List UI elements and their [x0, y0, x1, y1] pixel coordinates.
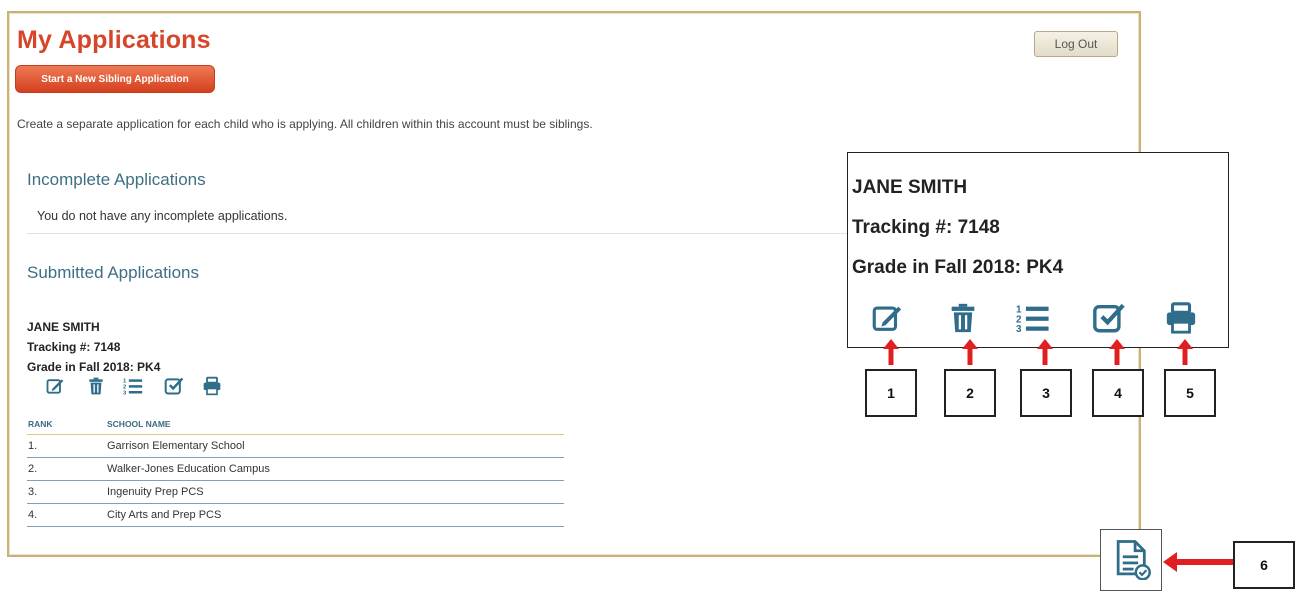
table-row: 1. Garrison Elementary School [27, 435, 564, 458]
svg-text:3: 3 [123, 390, 127, 396]
callout-ranked-list-icon: 123 [1016, 301, 1050, 335]
arrow-up-icon [1037, 339, 1053, 365]
incomplete-applications-heading: Incomplete Applications [27, 170, 206, 189]
label-box-5: 5 [1164, 369, 1216, 417]
document-check-button[interactable] [1100, 529, 1162, 591]
page-title: My Applications [17, 26, 211, 54]
document-check-icon [1116, 540, 1151, 580]
table-header: RANK SCHOOL NAME [27, 414, 564, 435]
svg-text:3: 3 [1016, 324, 1022, 335]
arrow-up-icon [1177, 339, 1193, 365]
school-column-header: SCHOOL NAME [107, 419, 171, 429]
label-box-1: 1 [865, 369, 917, 417]
table-row: 2. Walker-Jones Education Campus [27, 458, 564, 481]
incomplete-empty-message: You do not have any incomplete applicati… [37, 209, 288, 223]
school-cell: Walker-Jones Education Campus [107, 463, 270, 475]
trash-icon[interactable] [86, 376, 106, 396]
print-icon[interactable] [202, 376, 222, 396]
applicant-name: JANE SMITH [27, 320, 100, 334]
logout-button[interactable]: Log Out [1034, 31, 1118, 57]
rank-cell: 3. [28, 486, 38, 498]
rank-cell: 1. [28, 440, 38, 452]
label-box-3: 3 [1020, 369, 1072, 417]
callout-grade: Grade in Fall 2018: PK4 [852, 257, 1064, 278]
arrow-up-icon [883, 339, 899, 365]
edit-icon[interactable] [45, 376, 65, 396]
label-box-4: 4 [1092, 369, 1144, 417]
callout-checkbox-icon [1092, 301, 1126, 335]
rank-column-header: RANK [28, 419, 53, 429]
instruction-text: Create a separate application for each c… [17, 117, 593, 131]
arrow-left-icon [1163, 552, 1233, 572]
tracking-number: Tracking #: 7148 [27, 340, 121, 354]
submitted-applications-heading: Submitted Applications [27, 263, 199, 282]
school-cell: Ingenuity Prep PCS [107, 486, 204, 498]
arrow-up-icon [962, 339, 978, 365]
arrow-up-icon [1109, 339, 1125, 365]
school-cell: Garrison Elementary School [107, 440, 245, 452]
school-cell: City Arts and Prep PCS [107, 509, 222, 521]
table-row: 3. Ingenuity Prep PCS [27, 481, 564, 504]
callout-trash-icon [946, 301, 980, 335]
callout-print-icon [1164, 301, 1198, 335]
checkbox-icon[interactable] [164, 376, 184, 396]
grade-info: Grade in Fall 2018: PK4 [27, 360, 161, 374]
label-box-6: 6 [1233, 541, 1295, 589]
callout-edit-icon [870, 301, 904, 335]
zoom-callout: JANE SMITH Tracking #: 7148 Grade in Fal… [847, 152, 1229, 348]
rank-cell: 2. [28, 463, 38, 475]
label-box-2: 2 [944, 369, 996, 417]
school-rank-table: RANK SCHOOL NAME 1. Garrison Elementary … [27, 414, 564, 527]
ranked-list-icon[interactable]: 123 [123, 376, 143, 396]
rank-cell: 4. [28, 509, 38, 521]
table-row: 4. City Arts and Prep PCS [27, 504, 564, 527]
start-sibling-application-button[interactable]: Start a New Sibling Application [15, 65, 215, 93]
callout-name: JANE SMITH [852, 177, 968, 198]
callout-tracking: Tracking #: 7148 [852, 217, 1000, 238]
